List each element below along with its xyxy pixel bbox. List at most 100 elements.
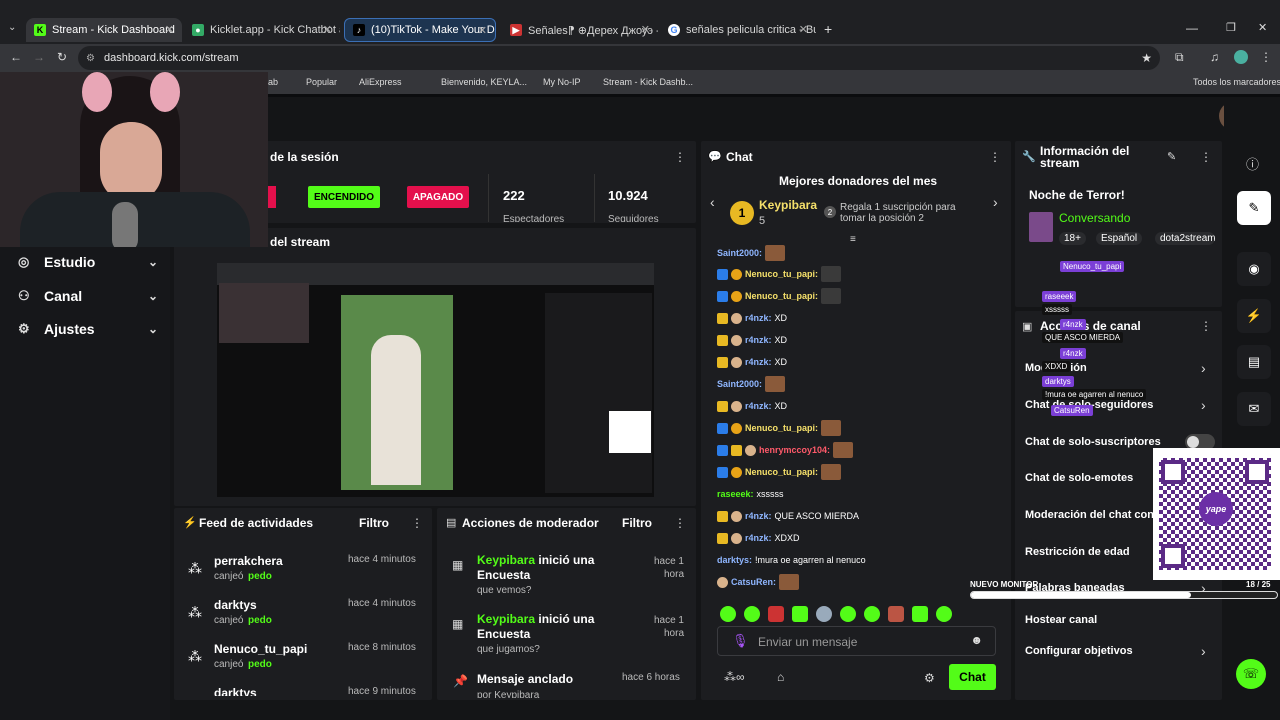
reload-icon[interactable]: ↻ xyxy=(57,50,67,64)
emote-icon[interactable] xyxy=(936,606,952,622)
tag-chip[interactable]: dota2streamer xyxy=(1155,232,1215,245)
chevron-right-icon[interactable]: › xyxy=(993,194,998,210)
more-icon[interactable]: ⋮ xyxy=(674,150,686,164)
chat-input[interactable]: 🎙 Enviar un mensaje ☻ xyxy=(717,626,996,656)
tab-kicklet[interactable]: ● Kicklet.app - Kick Chatbot and ✕ xyxy=(184,18,340,42)
host-channel-link[interactable]: Hostear canal xyxy=(1025,614,1097,626)
bookmark-bienvenido[interactable]: Bienvenido, KEYLA... xyxy=(441,77,527,87)
store-icon[interactable]: ⌂ xyxy=(777,670,784,684)
extensions-icon[interactable]: ⧉ xyxy=(1175,50,1184,65)
more-icon[interactable]: ⋮ xyxy=(989,150,1001,164)
yape-logo: yape xyxy=(1199,492,1233,526)
goals-link[interactable]: Configurar objetivos xyxy=(1025,645,1133,657)
chevron-right-icon: › xyxy=(1201,643,1206,659)
emote-icon[interactable] xyxy=(816,606,832,622)
profile-avatar[interactable] xyxy=(1234,50,1248,64)
info-icon[interactable]: ⓘ xyxy=(1246,154,1259,173)
emote xyxy=(821,420,842,436)
gifter-badge xyxy=(731,290,742,302)
status-on-badge[interactable]: ENCENDIDO xyxy=(308,186,380,208)
gear-icon[interactable]: ⚙ xyxy=(924,671,935,685)
tab-senales[interactable]: ▶ Señales⁋ ⊕Дерех Джоуэ - Te ✕ xyxy=(502,18,658,42)
menu-icon[interactable]: ⋮ xyxy=(1260,50,1272,64)
new-tab-icon[interactable]: + xyxy=(824,21,832,37)
stream-preview-video[interactable] xyxy=(217,263,654,497)
media-icon[interactable]: ♫ xyxy=(1210,50,1219,64)
emotes-only-label: Chat de solo-emotes xyxy=(1025,472,1134,484)
chat-message: r4nzk: XD xyxy=(717,332,787,348)
bookmark-noip[interactable]: My No-IP xyxy=(543,77,581,87)
activity-user[interactable]: darktys xyxy=(214,598,257,612)
pencil-icon[interactable]: ✎ xyxy=(1167,150,1176,163)
chat-bubble-icon: 💬 xyxy=(708,151,722,163)
modactions-filter-button[interactable]: Filtro xyxy=(622,516,652,530)
activity-user[interactable]: Nenuco_tu_papi xyxy=(214,642,307,656)
chevron-down-icon: ⌄ xyxy=(147,255,158,269)
activity-user[interactable]: darktys xyxy=(214,686,257,696)
bookmark-all[interactable]: Todos los marcadores xyxy=(1193,77,1280,87)
edit-icon[interactable]: ✎ xyxy=(1237,191,1271,225)
sub-badge xyxy=(745,444,756,456)
top-donor-name[interactable]: Keypibara xyxy=(759,198,817,212)
tab-kick-dashboard[interactable]: K Stream - Kick Dashboard ✕ xyxy=(26,18,182,42)
mic-icon[interactable]: 🎙 xyxy=(732,633,749,649)
tag-chip[interactable]: 18+ xyxy=(1059,232,1086,245)
camera-icon[interactable]: ◉ xyxy=(1237,252,1271,286)
emote-icon[interactable] xyxy=(912,606,928,622)
tab-close-icon[interactable]: ✕ xyxy=(323,23,332,36)
tab-close-icon[interactable]: ✕ xyxy=(478,24,487,37)
document-icon[interactable]: ▤ xyxy=(1237,345,1271,379)
webcam-thumb xyxy=(219,283,309,343)
collapse-icon[interactable]: ≡ xyxy=(850,234,856,245)
tab-close-icon[interactable]: ✕ xyxy=(165,23,174,36)
emote-icon[interactable] xyxy=(840,606,856,622)
bookmark-star-icon[interactable]: ★ xyxy=(1141,51,1152,65)
tab-search-icon[interactable]: ⌄ xyxy=(8,22,16,33)
more-icon[interactable]: ⋮ xyxy=(1200,150,1212,164)
bookmark-popular[interactable]: Popular xyxy=(306,77,337,87)
more-icon[interactable]: ⋮ xyxy=(674,516,686,530)
emote-icon[interactable] xyxy=(768,606,784,622)
browser-tab-bar: ⌄ K Stream - Kick Dashboard ✕ ● Kicklet.… xyxy=(0,0,1280,44)
minimize-icon[interactable]: — xyxy=(1186,21,1198,35)
site-info-icon[interactable]: ⚙ xyxy=(86,53,95,64)
tab-close-icon[interactable]: ✕ xyxy=(799,23,808,36)
kick-dots-icon[interactable]: ⁂∞ xyxy=(724,670,745,684)
sub-badge xyxy=(731,510,742,522)
sidebar-item-canal[interactable]: ⚇ Canal ⌄ xyxy=(18,288,158,304)
tab-google-search[interactable]: G señales pelicula critica - Buscar ✕ xyxy=(660,18,816,42)
bookmark-kick-stream[interactable]: Stream - Kick Dashb... xyxy=(603,77,693,87)
forward-icon[interactable]: → xyxy=(33,50,45,64)
bolt-icon[interactable]: ⚡ xyxy=(1237,299,1271,333)
tag-chip[interactable]: Español xyxy=(1096,232,1143,245)
status-off-badge[interactable]: APAGADO xyxy=(407,186,469,208)
url-field[interactable]: ⚙ dashboard.kick.com/stream ★ xyxy=(78,46,1160,70)
sidebar-item-ajustes[interactable]: ⚙ Ajustes ⌄ xyxy=(18,321,158,337)
window-close-icon[interactable]: ✕ xyxy=(1258,21,1267,34)
restore-icon[interactable]: ❐ xyxy=(1226,21,1236,34)
emote-icon[interactable] xyxy=(792,606,808,622)
emote-icon[interactable] xyxy=(888,606,904,622)
emote-icon[interactable] xyxy=(720,606,736,622)
more-icon[interactable]: ⋮ xyxy=(411,516,423,530)
kick-dots-icon: ⁂ xyxy=(188,648,202,664)
category-name[interactable]: Conversando xyxy=(1059,211,1130,225)
tab-tiktok[interactable]: ♪ (10)TikTok - Make Your Day ✕ xyxy=(344,18,496,42)
sidebar-item-estudio[interactable]: ◎ Estudio ⌄ xyxy=(18,254,158,270)
emoji-icon[interactable]: ☻ xyxy=(970,633,983,647)
back-icon[interactable]: ← xyxy=(10,50,22,64)
emote-icon[interactable] xyxy=(864,606,880,622)
tab-close-icon[interactable]: ✕ xyxy=(641,23,650,36)
chevron-left-icon[interactable]: ‹ xyxy=(710,194,715,210)
crown-badge xyxy=(717,510,728,522)
support-icon[interactable]: ☏ xyxy=(1236,659,1266,689)
emote xyxy=(765,245,786,261)
more-icon[interactable]: ⋮ xyxy=(1200,319,1212,333)
chat-icon[interactable]: ✉ xyxy=(1237,392,1271,426)
activity-filter-button[interactable]: Filtro xyxy=(359,516,389,530)
emote-icon[interactable] xyxy=(744,606,760,622)
wrench-icon: 🔧 xyxy=(1022,151,1036,163)
send-chat-button[interactable]: Chat xyxy=(949,664,996,690)
activity-user[interactable]: perrakchera xyxy=(214,554,283,568)
bookmark-aliexpress[interactable]: AliExpress xyxy=(359,77,402,87)
